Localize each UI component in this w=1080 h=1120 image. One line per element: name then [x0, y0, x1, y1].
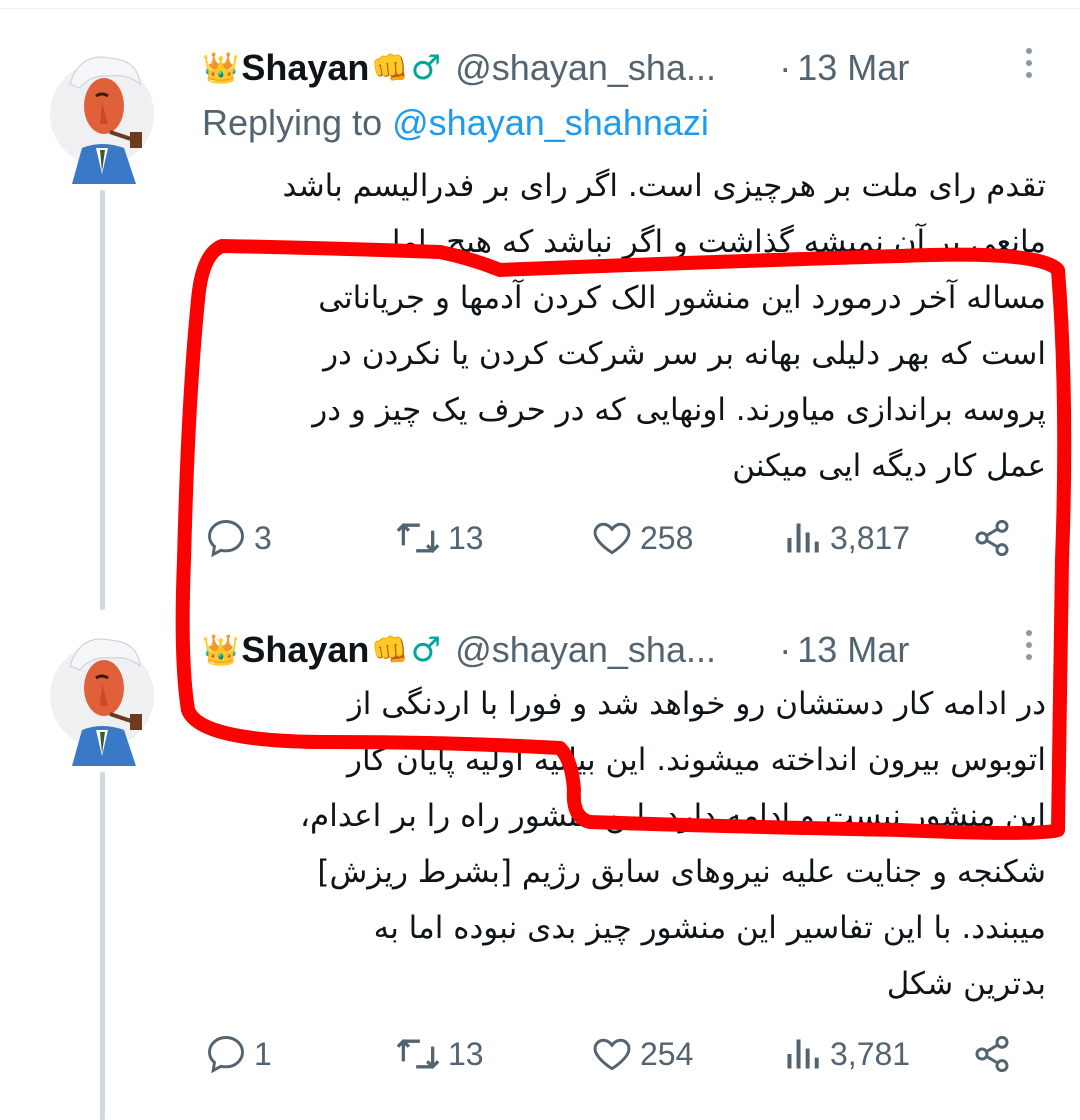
text-line: شکنجه و جنایت علیه نیروهای سابق رژیم [بش… [317, 854, 1046, 890]
author-name[interactable]: Shayan [241, 47, 369, 89]
views-icon [787, 523, 819, 553]
like-icon [593, 1038, 631, 1071]
views-count: 3,817 [830, 519, 911, 556]
like-button[interactable]: 254 [590, 1032, 693, 1076]
top-divider [0, 8, 1080, 9]
like-count: 258 [640, 519, 694, 556]
author-handle[interactable]: @shayan_sha... [455, 629, 755, 671]
reply-count: 3 [254, 519, 272, 556]
tweet-text: تقدم رای ملت بر هرچیزی است. اگر رای بر ف… [206, 158, 1046, 494]
like-count: 254 [640, 1035, 694, 1072]
views-button[interactable]: 3,817 [784, 516, 910, 560]
author-handle[interactable]: @shayan_sha... [455, 47, 755, 89]
repost-button[interactable]: 13 [394, 1032, 484, 1076]
reply-button[interactable]: 1 [204, 1032, 272, 1076]
text-line: است که بهر دلیلی بهانه بر سر شرکت کردن ی… [323, 336, 1046, 372]
reply-button[interactable]: 3 [204, 516, 272, 560]
replying-to: Replying to @shayan_shahnazi [202, 102, 709, 144]
more-icon[interactable] [1024, 48, 1034, 78]
tweet-date[interactable]: 13 Mar [797, 47, 909, 89]
tweet-header: 👑 Shayan 👊 ♂ @shayan_sha... · 13 Mar [202, 38, 1042, 98]
text-line: مانعی بر آن نمیشه گذاشت و اگر نباشد که ه… [391, 224, 1046, 260]
text-line: پروسه براندازی میاورند. اونهایی که در حر… [312, 392, 1046, 428]
repost-count: 13 [448, 519, 484, 556]
text-line: در ادامه کار دستشان رو خواهد شد و فورا ب… [347, 686, 1046, 722]
text-line: مساله آخر درمورد این منشور الک کردن آدمه… [318, 280, 1046, 316]
avatar[interactable] [50, 626, 154, 766]
fist-emoji: 👊 [371, 50, 409, 86]
like-button[interactable]: 258 [590, 516, 693, 560]
share-button[interactable] [972, 1032, 1018, 1076]
text-line: عمل کار دیگه ایی میکنن [732, 448, 1046, 484]
text-line: بدترین شکل [886, 966, 1046, 1002]
text-line: اتوبوس بیرون انداخته میشوند. این بیانیه … [347, 742, 1046, 778]
reply-count: 1 [254, 1035, 272, 1072]
share-icon [975, 519, 1009, 557]
share-button[interactable] [972, 516, 1018, 560]
separator-dot: · [779, 629, 792, 670]
tweet-header: 👑 Shayan 👊 ♂ @shayan_sha... · 13 Mar [202, 620, 1042, 680]
text-line: این منشور نیست و ادامه دارد. این منشور ر… [300, 798, 1046, 834]
male-symbol: ♂ [410, 48, 442, 88]
avatar[interactable] [50, 44, 154, 184]
views-count: 3,781 [830, 1035, 911, 1072]
fist-emoji: 👊 [371, 632, 409, 668]
views-button[interactable]: 3,781 [784, 1032, 910, 1076]
thread-line [100, 772, 105, 1120]
reply-icon [208, 1036, 244, 1074]
like-icon [593, 522, 631, 555]
author-name[interactable]: Shayan [241, 629, 369, 671]
separator-dot: · [779, 47, 792, 88]
more-icon[interactable] [1024, 630, 1034, 660]
tweet-date[interactable]: 13 Mar [797, 629, 909, 671]
share-icon [975, 1035, 1009, 1073]
crown-emoji: 👑 [202, 632, 240, 668]
replying-handle-link[interactable]: @shayan_shahnazi [392, 102, 709, 143]
male-symbol: ♂ [410, 630, 442, 670]
tweet-text: در ادامه کار دستشان رو خواهد شد و فورا ب… [206, 676, 1046, 1012]
text-line: میبندد. با این تفاسیر این منشور چیز بدی … [373, 910, 1046, 946]
crown-emoji: 👑 [202, 50, 240, 86]
views-icon [787, 1039, 819, 1069]
replying-label: Replying to [202, 102, 383, 143]
repost-icon [396, 1038, 440, 1070]
thread-line [100, 190, 105, 610]
repost-icon [396, 522, 440, 554]
tweet-actions: 3 13 258 3,817 [202, 516, 1022, 566]
text-line: تقدم رای ملت بر هرچیزی است. اگر رای بر ف… [282, 168, 1046, 204]
reply-icon [208, 520, 244, 558]
tweet-actions: 1 13 254 3,781 [202, 1032, 1022, 1082]
repost-count: 13 [448, 1035, 484, 1072]
repost-button[interactable]: 13 [394, 516, 484, 560]
